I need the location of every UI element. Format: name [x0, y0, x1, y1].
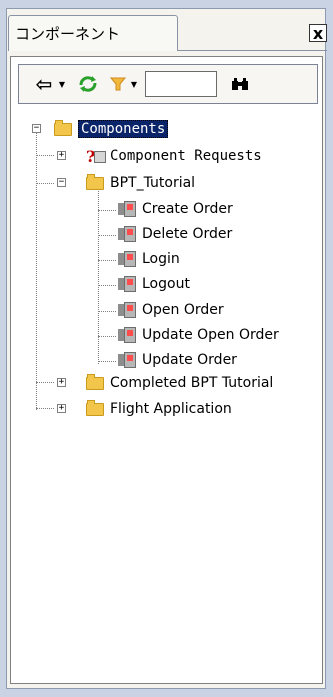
- collapse-toggle[interactable]: −: [57, 178, 66, 187]
- tree-item-open-order[interactable]: Open Order: [118, 299, 224, 321]
- tree-item-label: Completed BPT Tutorial: [110, 375, 274, 391]
- folder-icon: [86, 373, 104, 390]
- tree-item-update-open-order[interactable]: Update Open Order: [118, 324, 279, 346]
- component-icon: [118, 251, 136, 267]
- tree-item-create-order[interactable]: Create Order: [118, 198, 233, 220]
- component-icon: [118, 201, 136, 217]
- expand-toggle[interactable]: +: [57, 404, 66, 413]
- component-tree: − Components + ? Component Requests − BP…: [0, 0, 333, 697]
- tree-connector: [36, 132, 37, 410]
- component-icon: [118, 327, 136, 343]
- folder-icon: [86, 173, 104, 190]
- tree-connector: [36, 408, 54, 409]
- tree-item-components[interactable]: Components: [54, 118, 169, 140]
- folder-icon: [54, 119, 72, 136]
- tree-item-label: Logout: [142, 276, 190, 292]
- tree-item-label: Update Order: [142, 352, 237, 368]
- tree-connector: [98, 260, 116, 261]
- tree-connector: [36, 155, 54, 156]
- expand-toggle[interactable]: +: [57, 378, 66, 387]
- tree-item-delete-order[interactable]: Delete Order: [118, 223, 232, 245]
- tree-connector: [36, 382, 54, 383]
- tree-connector: [98, 336, 116, 337]
- tree-connector: [98, 361, 116, 362]
- tree-item-label: Login: [142, 251, 180, 267]
- tree-item-label: Update Open Order: [142, 327, 279, 343]
- tree-item-flight-application[interactable]: Flight Application: [86, 398, 232, 420]
- tree-item-label: Open Order: [142, 302, 224, 318]
- component-icon: [118, 352, 136, 368]
- tree-connector: [98, 311, 116, 312]
- tree-connector: [36, 183, 54, 184]
- tree-item-logout[interactable]: Logout: [118, 273, 190, 295]
- tree-item-completed-bpt-tutorial[interactable]: Completed BPT Tutorial: [86, 372, 273, 394]
- tree-connector: [98, 235, 116, 236]
- request-icon: ?: [86, 147, 106, 166]
- expand-toggle[interactable]: +: [57, 151, 66, 160]
- tree-item-label: Flight Application: [110, 401, 232, 417]
- folder-icon: [86, 399, 104, 416]
- tree-item-login[interactable]: Login: [118, 248, 180, 270]
- tree-item-label: Component Requests: [110, 148, 262, 164]
- tree-item-label: Delete Order: [142, 226, 233, 242]
- tree-item-update-order[interactable]: Update Order: [118, 349, 237, 371]
- tree-connector: [98, 285, 116, 286]
- component-icon: [118, 276, 136, 292]
- tree-item-label: Components: [78, 120, 169, 138]
- tree-connector: [98, 210, 116, 211]
- component-icon: [118, 302, 136, 318]
- collapse-toggle[interactable]: −: [32, 124, 41, 133]
- component-icon: [118, 226, 136, 242]
- tree-item-label: Create Order: [142, 201, 233, 217]
- tree-item-bpt-tutorial[interactable]: BPT_Tutorial: [86, 172, 195, 194]
- tree-connector: [98, 186, 99, 364]
- tree-item-label: BPT_Tutorial: [110, 175, 196, 191]
- tree-item-component-requests[interactable]: ? Component Requests: [86, 145, 262, 167]
